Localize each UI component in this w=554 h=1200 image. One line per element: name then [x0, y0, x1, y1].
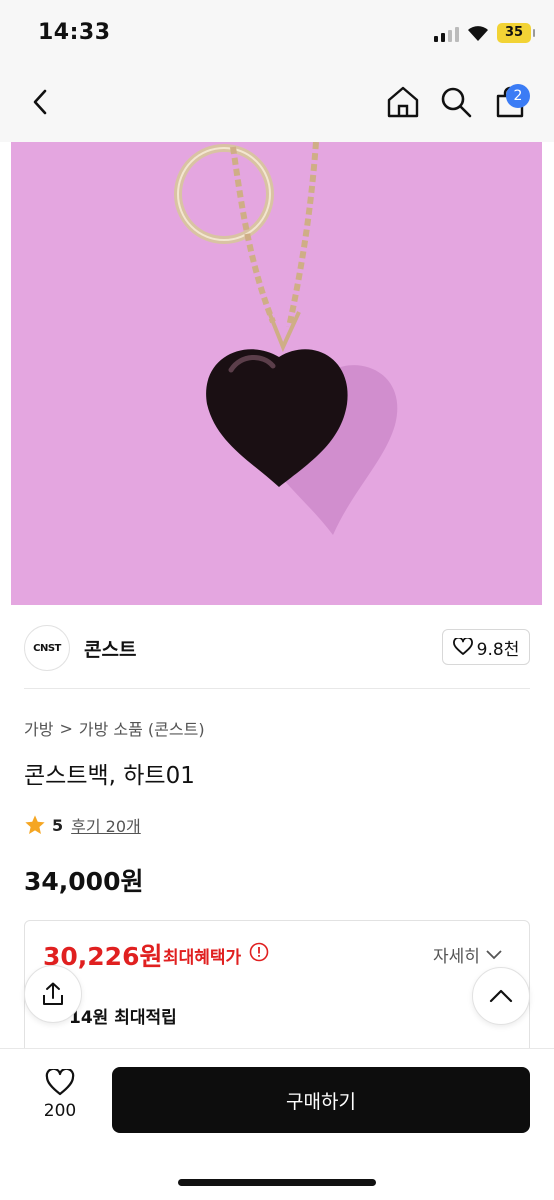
max-points: 14원 최대적립 — [69, 1008, 177, 1028]
heart-pendant-photo — [174, 142, 398, 535]
original-price: 34,000원 — [24, 867, 144, 896]
breadcrumb-item-bag[interactable]: 가방 — [24, 716, 53, 740]
brand-logo[interactable]: CNST — [24, 625, 70, 671]
chevron-up-icon — [489, 989, 513, 1003]
review-link[interactable]: 후기 20개 — [71, 813, 141, 837]
brand-like-button[interactable]: 9.8천 — [442, 629, 530, 665]
home-button[interactable] — [385, 84, 421, 120]
wishlist-count: 200 — [43, 1101, 77, 1121]
heart-icon — [452, 638, 473, 655]
breadcrumb-item-bag-accessories[interactable]: 가방 소품 (콘스트) — [79, 716, 205, 740]
info-icon[interactable] — [249, 942, 269, 962]
benefit-detail-label: 자세히 — [433, 947, 480, 967]
battery-icon: 35 — [497, 23, 535, 43]
max-benefit-label: 최대혜택가 — [163, 948, 242, 968]
home-icon — [387, 86, 419, 118]
breadcrumb-separator: > — [59, 718, 73, 738]
status-bar: 14:33 35 — [0, 0, 554, 66]
product-image[interactable] — [11, 142, 542, 605]
benefit-detail-button[interactable]: 자세히 — [433, 942, 502, 967]
back-button[interactable] — [22, 84, 58, 120]
brand-like-count: 9.8천 — [476, 639, 520, 660]
rating-score: 5 — [52, 815, 64, 835]
search-icon — [441, 87, 472, 118]
wishlist-button[interactable]: 200 — [34, 1069, 86, 1129]
scroll-to-top-button[interactable] — [472, 967, 530, 1025]
breadcrumb: 가방 > 가방 소품 (콘스트) — [24, 716, 205, 740]
chevron-down-icon — [486, 949, 502, 959]
buy-button[interactable]: 구매하기 — [112, 1067, 530, 1133]
cart-count-badge: 2 — [506, 84, 530, 108]
cellular-signal-icon — [434, 26, 459, 42]
bottom-action-bar: 200 구매하기 — [0, 1048, 554, 1200]
home-indicator — [178, 1179, 376, 1186]
brand-row[interactable]: CNST 콘스트 9.8천 — [0, 605, 554, 689]
share-icon — [43, 982, 63, 1005]
product-title: 콘스트백, 하트01 — [24, 763, 195, 789]
star-icon — [25, 815, 45, 834]
rating-row: 5 후기 20개 — [24, 813, 141, 837]
heart-icon — [45, 1069, 75, 1096]
brand-name[interactable]: 콘스트 — [84, 635, 136, 662]
status-time: 14:33 — [38, 20, 111, 45]
divider — [24, 688, 530, 689]
search-button[interactable] — [438, 84, 474, 120]
wifi-icon — [468, 26, 488, 41]
chevron-left-icon — [33, 89, 47, 115]
share-button[interactable] — [24, 965, 82, 1023]
top-nav — [0, 66, 554, 142]
